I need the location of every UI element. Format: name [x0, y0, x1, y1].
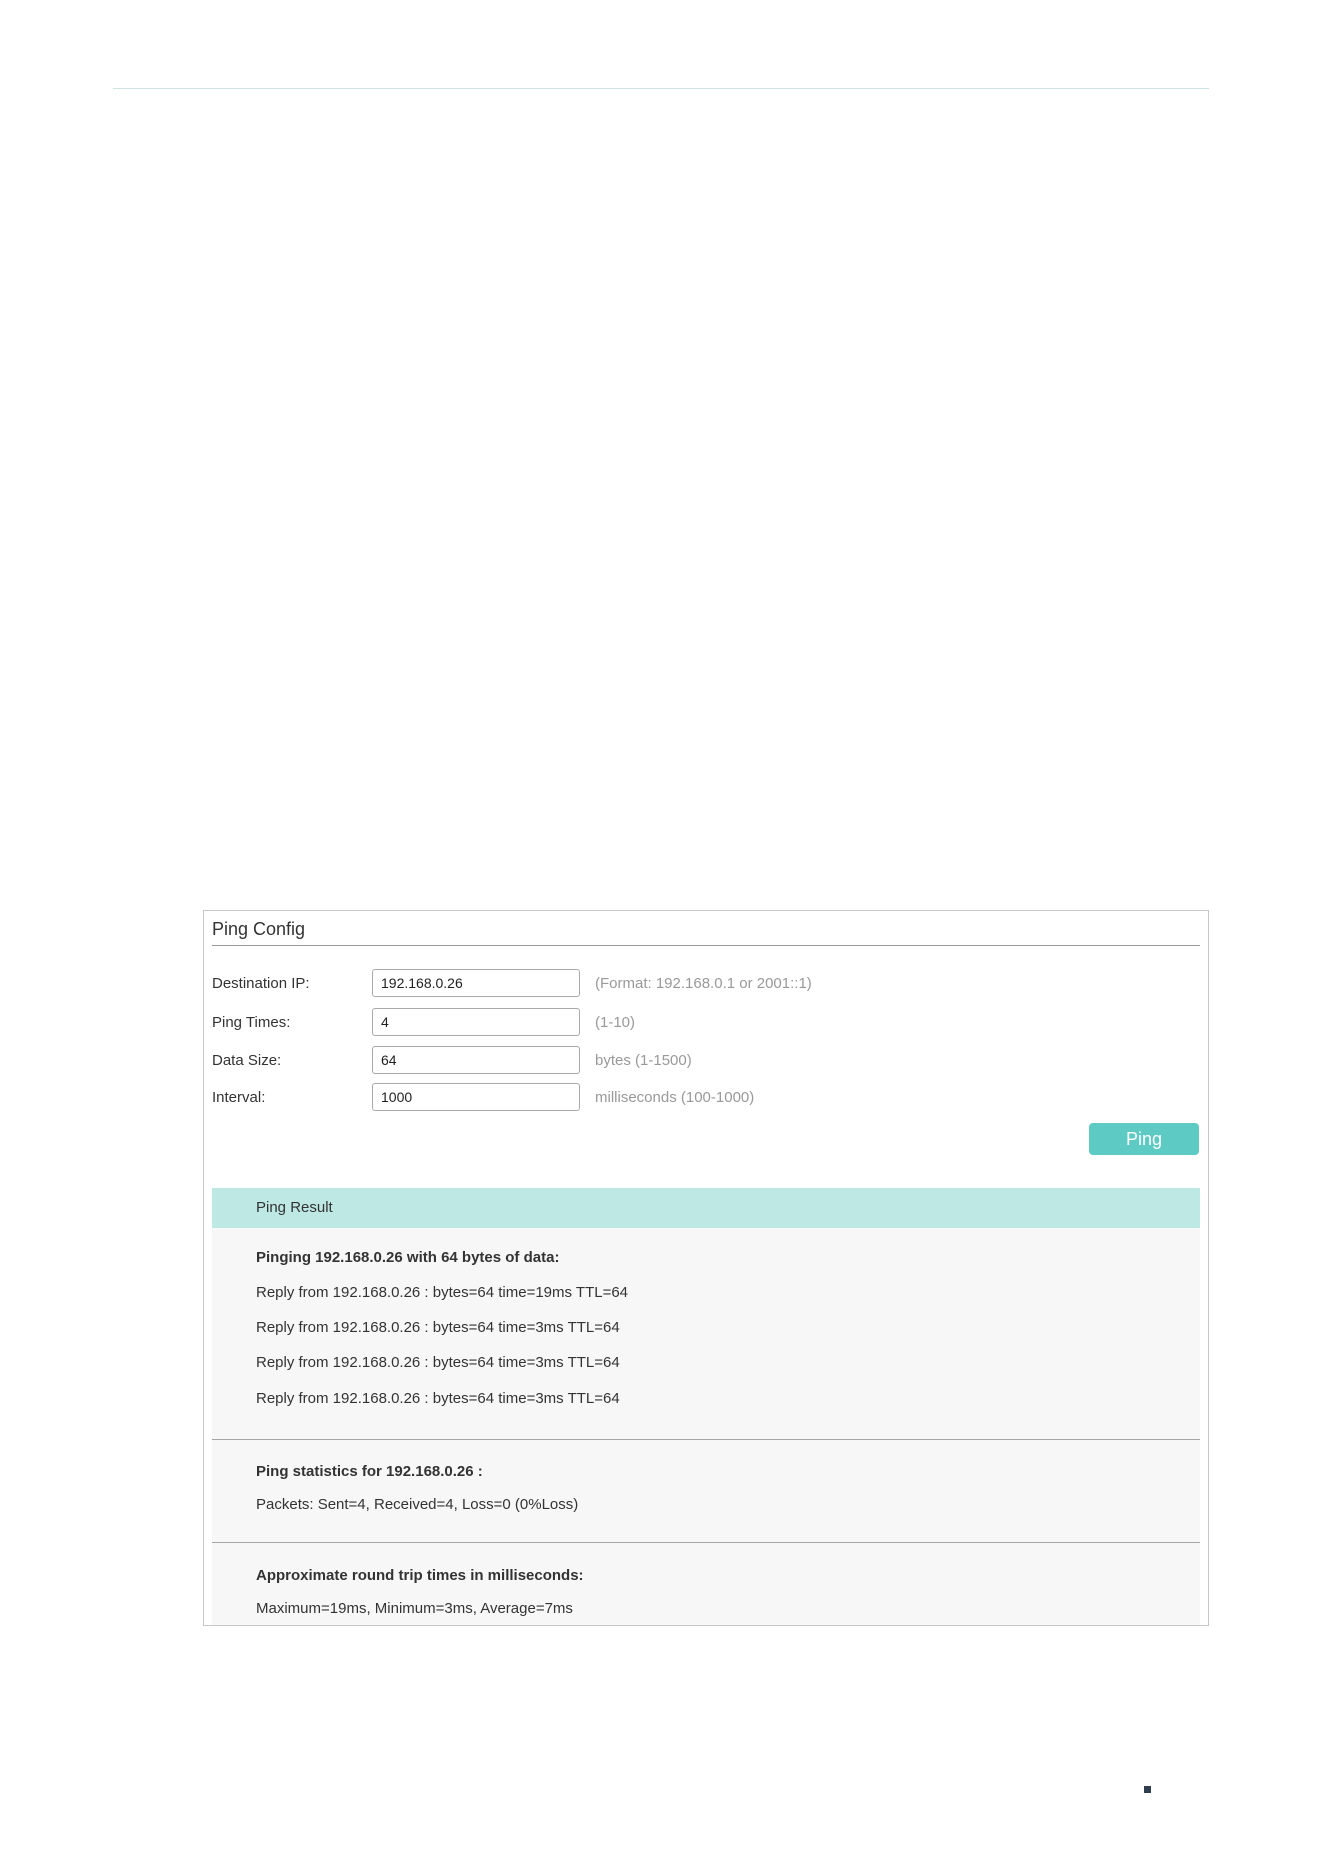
- header-divider: [113, 88, 1209, 89]
- panel-title: Ping Config: [212, 919, 306, 939]
- reply-line: Reply from 192.168.0.26 : bytes=64 time=…: [256, 1354, 620, 1371]
- interval-hint: milliseconds (100-1000): [595, 1089, 755, 1106]
- destination-ip-input[interactable]: [372, 969, 580, 997]
- ping-button[interactable]: Ping: [1089, 1123, 1199, 1155]
- reply-line: Reply from 192.168.0.26 : bytes=64 time=…: [256, 1390, 620, 1407]
- panel-title-divider: [212, 945, 1200, 946]
- data-size-row: Data Size: bytes (1-1500): [212, 1046, 1200, 1076]
- destination-ip-label: Destination IP:: [212, 975, 310, 992]
- destination-ip-hint: (Format: 192.168.0.1 or 2001::1): [595, 975, 812, 992]
- statistics-line: Packets: Sent=4, Received=4, Loss=0 (0%L…: [256, 1496, 579, 1513]
- page-marker-icon: [1144, 1786, 1151, 1793]
- result-divider: [212, 1542, 1200, 1543]
- ping-times-input[interactable]: [372, 1008, 580, 1036]
- data-size-hint: bytes (1-1500): [595, 1052, 692, 1069]
- ping-times-label: Ping Times:: [212, 1014, 291, 1031]
- rtt-heading: Approximate round trip times in millisec…: [256, 1567, 584, 1584]
- data-size-label: Data Size:: [212, 1052, 282, 1069]
- interval-row: Interval: milliseconds (100-1000): [212, 1083, 1200, 1113]
- ping-result-section: Ping Result Pinging 192.168.0.26 with 64…: [212, 1188, 1200, 1625]
- destination-ip-row: Destination IP: (Format: 192.168.0.1 or …: [212, 969, 1200, 999]
- ping-times-hint: (1-10): [595, 1014, 636, 1031]
- ping-config-panel: Ping Config Destination IP: (Format: 192…: [203, 910, 1209, 1626]
- reply-line: Reply from 192.168.0.26 : bytes=64 time=…: [256, 1284, 629, 1301]
- pinging-heading: Pinging 192.168.0.26 with 64 bytes of da…: [256, 1249, 560, 1266]
- rtt-line: Maximum=19ms, Minimum=3ms, Average=7ms: [256, 1600, 573, 1617]
- ping-result-title: Ping Result: [256, 1199, 333, 1216]
- ping-result-header: Ping Result: [212, 1188, 1200, 1228]
- ping-times-row: Ping Times: (1-10): [212, 1008, 1200, 1038]
- interval-label: Interval:: [212, 1089, 266, 1106]
- data-size-input[interactable]: [372, 1046, 580, 1074]
- reply-line: Reply from 192.168.0.26 : bytes=64 time=…: [256, 1319, 620, 1336]
- statistics-heading: Ping statistics for 192.168.0.26 :: [256, 1463, 483, 1480]
- result-divider: [212, 1439, 1200, 1440]
- interval-input[interactable]: [372, 1083, 580, 1111]
